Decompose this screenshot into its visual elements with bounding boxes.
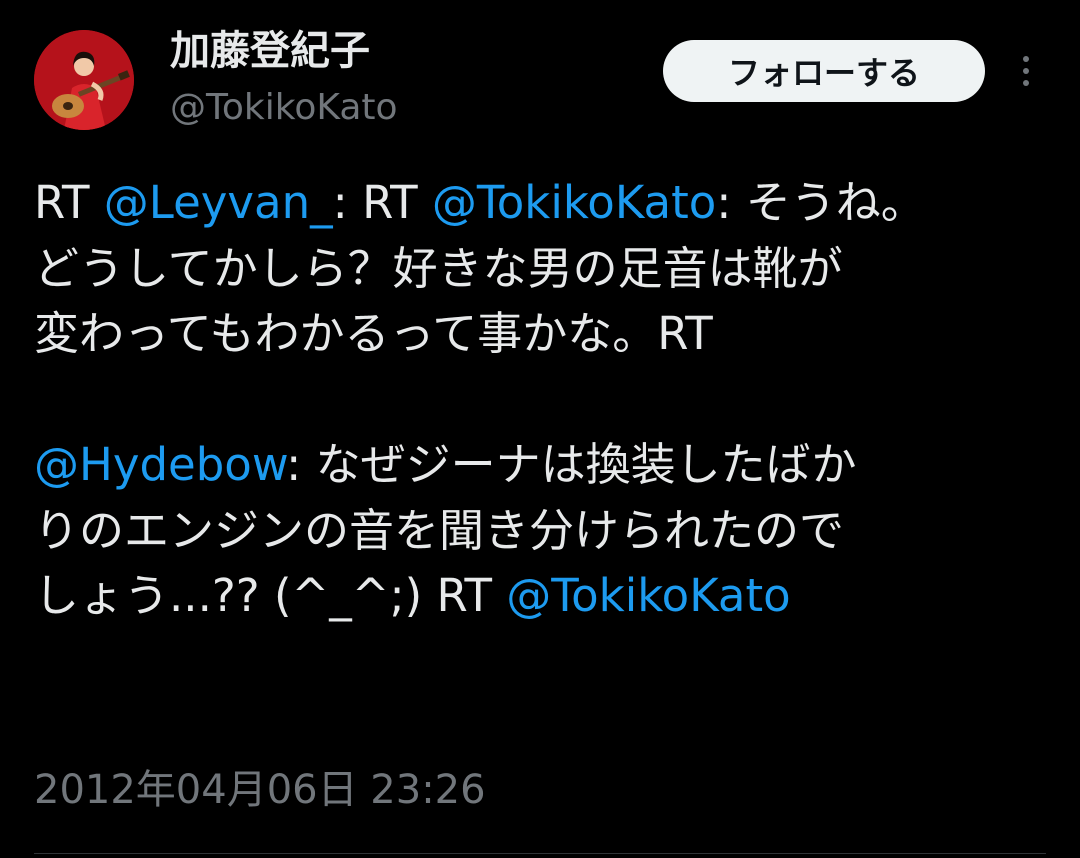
tweet-line: @Hydebow: なぜジーナは換装したばか [34, 432, 1044, 498]
avatar[interactable] [34, 30, 134, 130]
avatar-image [34, 30, 134, 130]
divider [34, 853, 1046, 854]
tweet-text: RT @Leyvan_: RT @TokikoKato: そうね。 どうしてかし… [34, 170, 1044, 629]
tweet-text-segment: : そうね。 [716, 176, 926, 229]
tweet-line: RT @Leyvan_: RT @TokikoKato: そうね。 [34, 170, 1044, 236]
mention-link[interactable]: @TokikoKato [432, 176, 716, 229]
mention-link[interactable]: @Hydebow [34, 438, 286, 491]
more-dot [1023, 56, 1029, 62]
tweet-text-segment: : RT [332, 176, 432, 229]
user-handle[interactable]: @TokikoKato [170, 84, 398, 132]
follow-button[interactable]: フォローする [663, 40, 985, 102]
tweet-text-segment: RT [34, 176, 104, 229]
tweet-text-segment: : なぜジーナは換装したばか [286, 438, 857, 491]
more-dot [1023, 68, 1029, 74]
mention-link[interactable]: @TokikoKato [506, 569, 790, 622]
tweet-line: どうしてかしら？好きな男の足音は靴が [34, 241, 843, 295]
tweet-text-segment: しょう...?? (^_^;) RT [34, 569, 507, 622]
tweet-timestamp[interactable]: 2012年04月06日 23:26 [34, 762, 486, 818]
tweet-line: りのエンジンの音を聞き分けられたので [34, 503, 845, 557]
mention-link[interactable]: @Leyvan_ [104, 176, 333, 229]
display-name[interactable]: 加藤登紀子 [170, 26, 370, 76]
more-dot [1023, 80, 1029, 86]
tweet-line: しょう...?? (^_^;) RT @TokikoKato [34, 563, 1044, 629]
tweet-line: 変わってもわかるって事かな。RT [34, 307, 713, 360]
more-vertical-icon[interactable] [1008, 50, 1044, 92]
tweet-header: 加藤登紀子 @TokikoKato フォローする [0, 0, 1080, 150]
